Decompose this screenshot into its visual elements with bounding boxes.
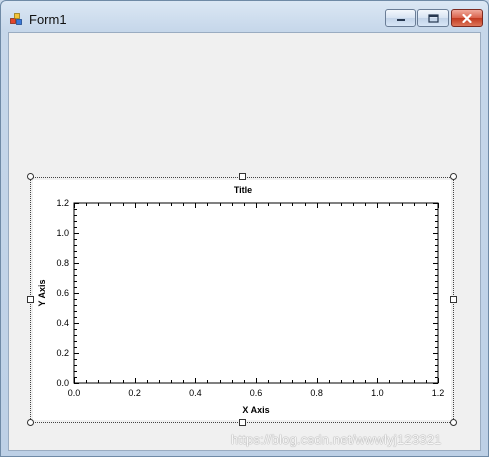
minimize-icon — [396, 19, 405, 21]
watermark-text: https://blog.csdn.net/wwwlyj123321 — [231, 432, 442, 447]
resize-handle-right[interactable] — [450, 296, 457, 303]
selection-frame — [30, 177, 454, 423]
resize-handle-bottom-left[interactable] — [27, 419, 34, 426]
resize-handle-top[interactable] — [239, 173, 246, 180]
resize-handle-top-left[interactable] — [27, 173, 34, 180]
maximize-button[interactable] — [417, 9, 449, 27]
resize-handle-top-right[interactable] — [450, 173, 457, 180]
title-bar[interactable]: Form1 — [1, 1, 488, 31]
maximize-icon — [427, 13, 439, 23]
resize-handle-bottom[interactable] — [239, 419, 246, 426]
resize-handle-left[interactable] — [27, 296, 34, 303]
window-title: Form1 — [29, 12, 67, 27]
minimize-button[interactable] — [385, 9, 416, 27]
close-button[interactable] — [451, 9, 483, 27]
resize-handle-bottom-right[interactable] — [450, 419, 457, 426]
close-icon — [462, 13, 472, 23]
winforms-app-icon — [10, 13, 22, 25]
form-window: Form1 Title 0.0 0.2 0.4 0.6 0.8 1.0 1.2 0.0 0.2… — [0, 0, 489, 457]
